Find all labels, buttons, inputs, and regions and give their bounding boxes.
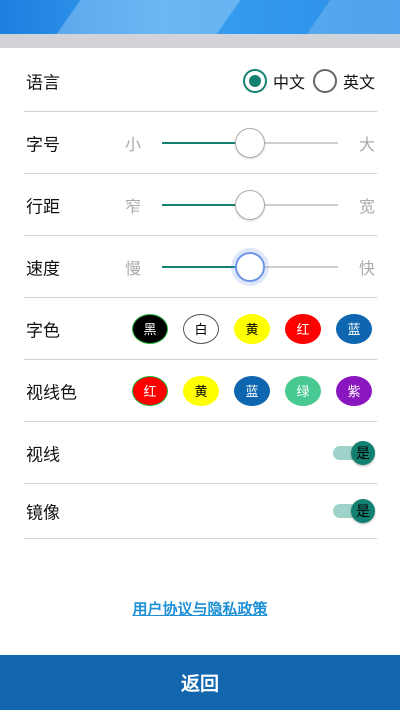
font-color-row: 字色 黑 白 黄 红 蓝 [24,298,377,360]
sight-color-row: 视线色 红 黄 蓝 绿 紫 [24,360,377,422]
font-color-chip-red[interactable]: 红 [285,313,321,344]
speed-max-label: 快 [358,258,375,278]
font-color-chip-white[interactable]: 白 [183,313,219,344]
speed-slider[interactable] [162,251,338,282]
line-spacing-min-label: 窄 [125,196,142,216]
sight-color-chip-purple[interactable]: 紫 [336,375,372,406]
language-option-label: 中文 [272,72,305,92]
sight-color-chip-green[interactable]: 绿 [285,375,321,406]
sight-line-toggle[interactable]: 是 [333,440,375,465]
sight-color-chip-yellow[interactable]: 黄 [183,375,219,406]
font-size-row: 字号 小 大 [24,112,377,174]
language-option-label: 英文 [342,72,375,92]
radio-unchecked-icon [312,68,337,93]
header-divider [0,34,400,48]
font-size-slider[interactable] [162,127,338,158]
line-spacing-slider[interactable] [162,189,338,220]
font-color-options: 黑 白 黄 红 蓝 [132,313,387,344]
mirror-row: 镜像 是 [24,484,377,539]
speed-row: 速度 慢 快 [24,236,377,298]
sight-line-row: 视线 是 [24,422,377,484]
line-spacing-max-label: 宽 [358,196,375,216]
speed-slider-thumb[interactable] [235,251,265,282]
font-color-chip-blue[interactable]: 蓝 [336,313,372,344]
toggle-knob: 是 [351,499,375,523]
status-bar [0,0,400,34]
radio-checked-icon [242,68,267,93]
language-label: 语言 [26,73,60,93]
speed-label: 速度 [26,259,60,279]
toggle-knob: 是 [351,440,375,465]
sight-color-label: 视线色 [26,383,77,403]
language-row: 语言 中文 英文 [24,50,377,112]
mirror-label: 镜像 [26,503,60,524]
language-radio-group: 中文 英文 [235,68,375,93]
font-size-slider-thumb[interactable] [235,127,265,158]
font-size-min-label: 小 [125,134,142,154]
font-color-chip-yellow[interactable]: 黄 [234,313,270,344]
agreement-link[interactable]: 用户协议与隐私政策 [0,598,400,619]
mirror-toggle[interactable]: 是 [333,499,375,523]
sight-color-chip-blue[interactable]: 蓝 [234,375,270,406]
back-button[interactable]: 返回 [0,655,400,710]
sight-line-label: 视线 [26,445,60,465]
line-spacing-slider-thumb[interactable] [235,189,265,220]
font-color-label: 字色 [26,321,60,341]
language-option-english[interactable]: 英文 [312,68,375,93]
font-color-chip-black[interactable]: 黑 [132,313,168,344]
speed-min-label: 慢 [125,258,142,278]
line-spacing-label: 行距 [26,197,60,217]
language-option-chinese[interactable]: 中文 [242,68,305,93]
font-size-max-label: 大 [358,134,375,154]
line-spacing-row: 行距 窄 宽 [24,174,377,236]
sight-color-options: 红 黄 蓝 绿 紫 [132,375,387,406]
sight-color-chip-red[interactable]: 红 [132,375,168,406]
font-size-label: 字号 [26,135,60,155]
